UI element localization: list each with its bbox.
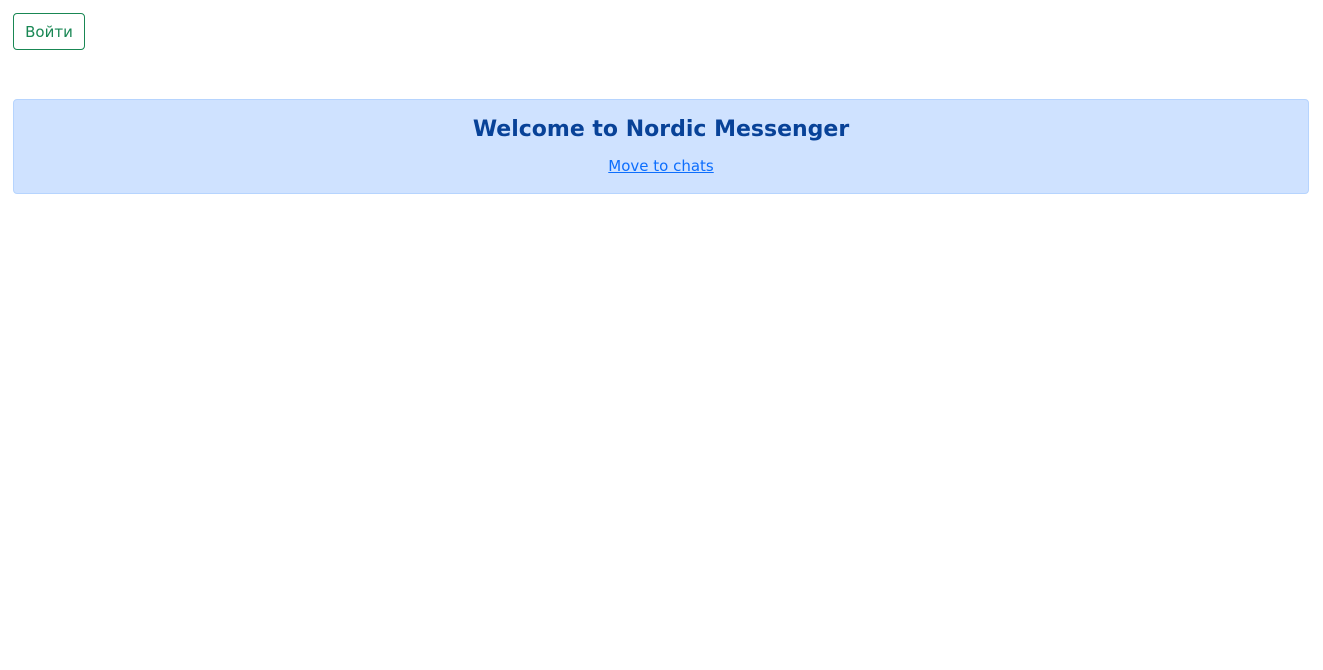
welcome-title: Welcome to Nordic Messenger bbox=[472, 117, 850, 142]
move-to-chats-link[interactable]: Move to chats bbox=[14, 155, 1308, 177]
login-button[interactable]: Войти bbox=[13, 13, 85, 50]
welcome-alert: Welcome to Nordic Messenger Move to chat… bbox=[13, 99, 1309, 194]
page: Войти Welcome to Nordic Messenger Move t… bbox=[0, 0, 1323, 670]
